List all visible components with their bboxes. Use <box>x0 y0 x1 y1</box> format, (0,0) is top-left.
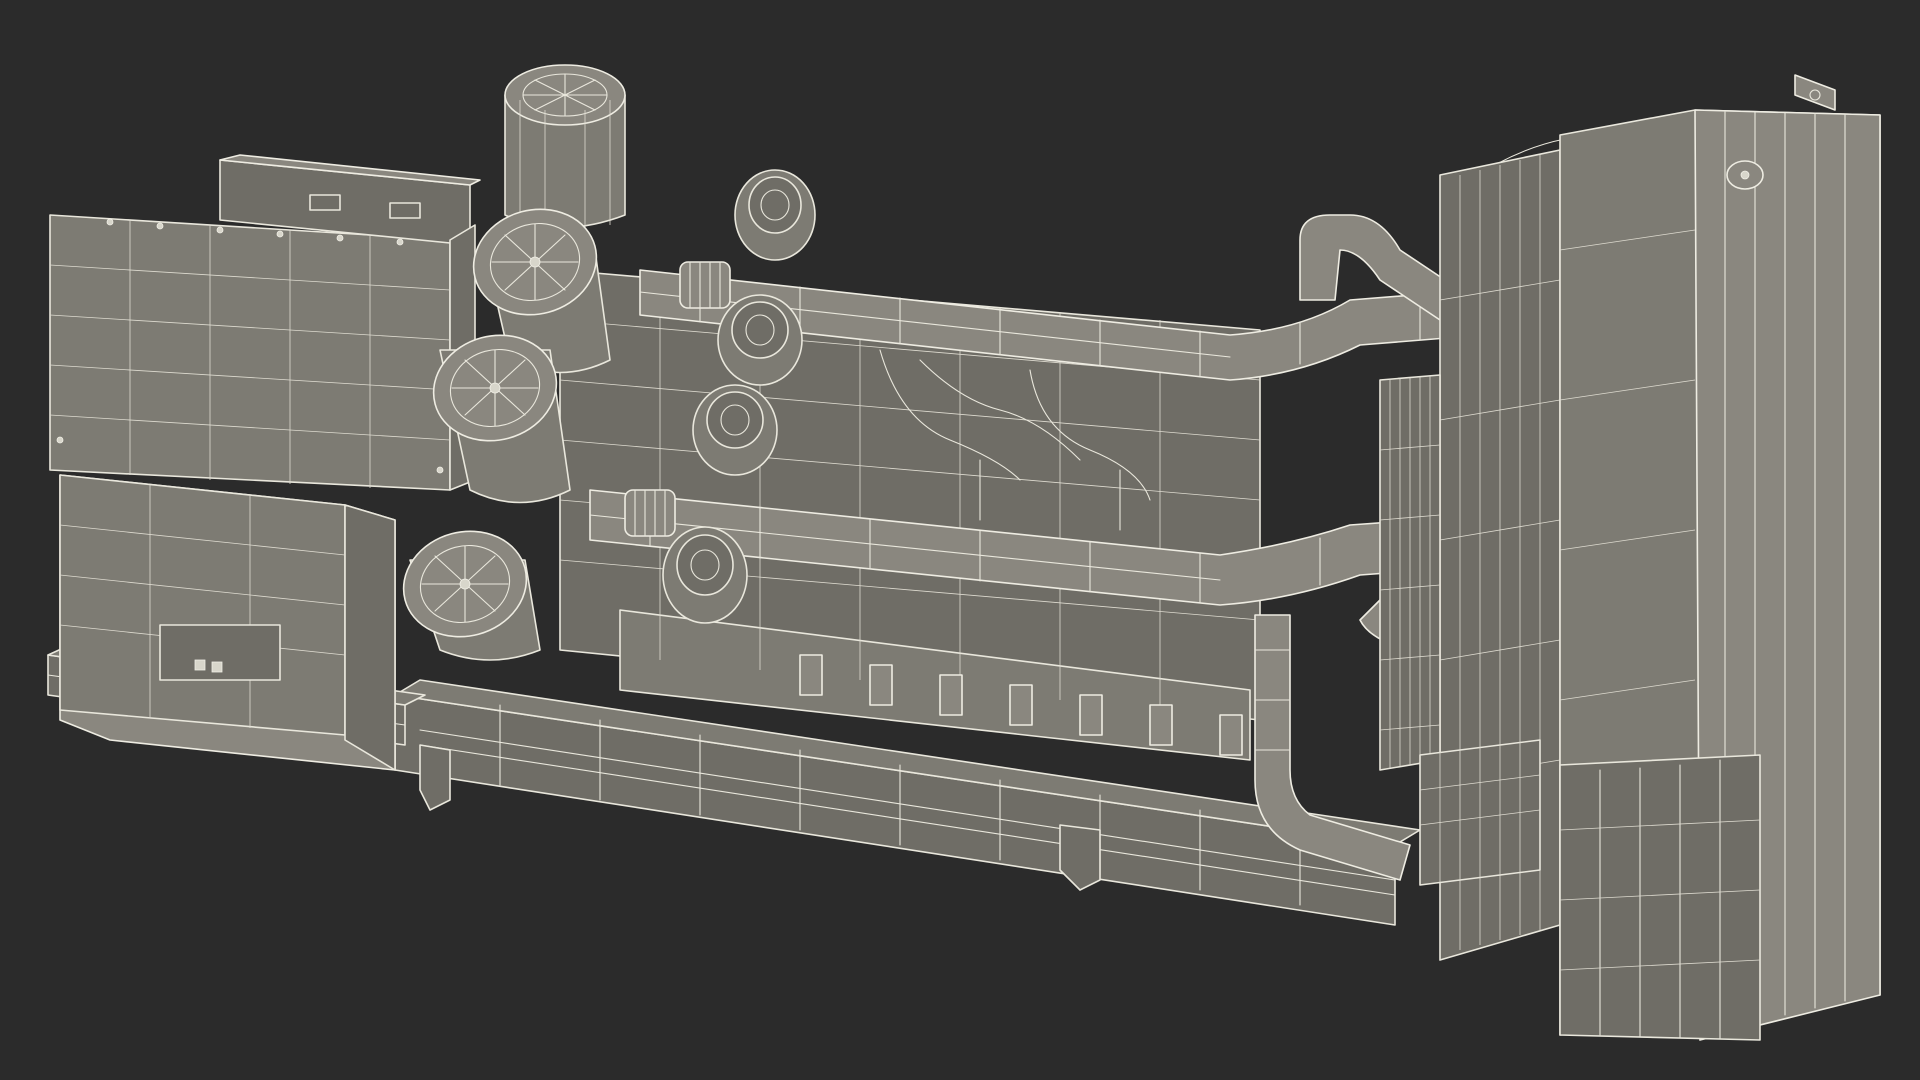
side-grate <box>1379 374 1441 771</box>
lifting-eye <box>1794 74 1836 111</box>
turbocharger-2 <box>717 294 803 386</box>
mount-bracket-mid <box>1059 824 1101 891</box>
bellows-upper <box>679 261 731 309</box>
alternator-housing <box>49 154 481 491</box>
control-box <box>59 474 396 771</box>
radiator-lower-box <box>1559 754 1761 1041</box>
turbocharger-3 <box>692 384 778 476</box>
radiator-housing <box>1559 109 1881 1041</box>
wireframe-render <box>47 64 1881 1041</box>
fan-guard-mesh <box>1419 739 1541 886</box>
mount-bracket-left <box>419 744 451 811</box>
turbocharger-4 <box>662 526 748 624</box>
air-filter-3 <box>402 530 541 661</box>
air-filter-top <box>504 64 626 232</box>
control-switch <box>211 661 223 673</box>
bellows-lower <box>624 489 676 537</box>
control-switch <box>194 659 206 671</box>
turbocharger-1 <box>734 169 816 261</box>
radiator-cap <box>1726 160 1764 190</box>
